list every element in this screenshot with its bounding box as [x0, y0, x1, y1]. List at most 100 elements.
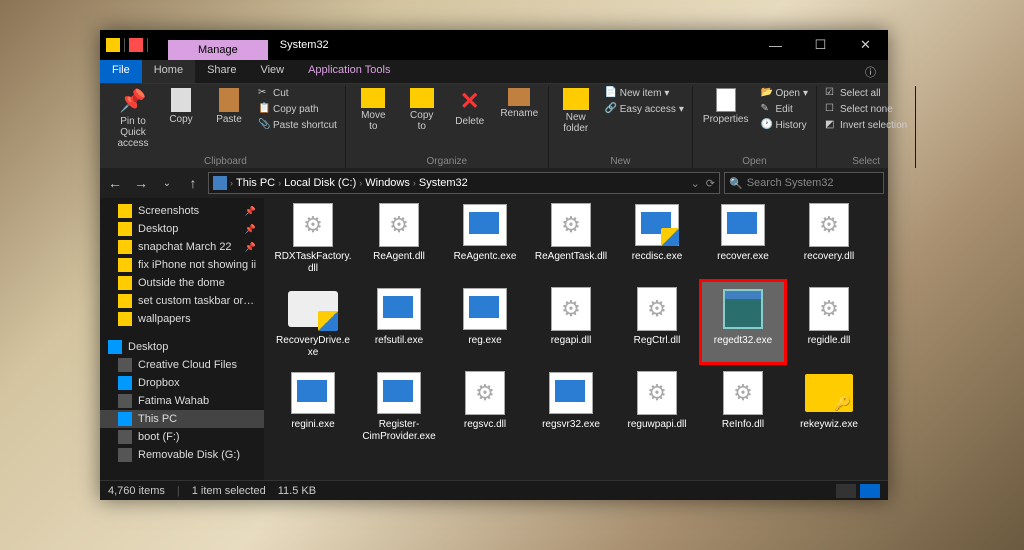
- file-item[interactable]: ⚙RegCtrl.dll: [616, 282, 698, 362]
- large-icons-view-button[interactable]: [860, 484, 880, 498]
- history-button[interactable]: 🕐History: [758, 118, 810, 132]
- copy-path-button[interactable]: 📋Copy path: [256, 102, 339, 116]
- select-all-button[interactable]: ☑Select all: [823, 86, 909, 100]
- minimize-button[interactable]: —: [753, 30, 798, 60]
- refresh-button[interactable]: ⟳: [706, 177, 715, 190]
- file-item[interactable]: ⚙ReAgentTask.dll: [530, 198, 612, 278]
- delete-button[interactable]: ✕Delete: [449, 86, 491, 129]
- pin-icon: 📌: [245, 242, 256, 253]
- file-item[interactable]: ⚙regsvc.dll: [444, 366, 526, 446]
- new-folder-button[interactable]: New folder: [555, 86, 597, 136]
- up-button[interactable]: ↑: [182, 172, 204, 194]
- sidebar-label: Desktop: [128, 341, 168, 353]
- sidebar-item[interactable]: Outside the dome: [100, 274, 264, 292]
- menu-tabs: File Home Share View Application Tools ⓘ: [100, 60, 888, 84]
- close-button[interactable]: ✕: [843, 30, 888, 60]
- maximize-button[interactable]: ☐: [798, 30, 843, 60]
- move-to-button[interactable]: Move to: [352, 86, 395, 134]
- file-item[interactable]: rekeywiz.exe: [788, 366, 870, 446]
- breadcrumb[interactable]: ›This PC ›Local Disk (C:) ›Windows ›Syst…: [208, 172, 720, 194]
- file-item[interactable]: regini.exe: [272, 366, 354, 446]
- copy-to-button[interactable]: Copy to: [401, 86, 443, 134]
- dll-icon: ⚙: [809, 287, 849, 331]
- ribbon-group-new: New folder 📄New item ▾ 🔗Easy access ▾ Ne…: [549, 86, 693, 168]
- sidebar-item[interactable]: wallpapers: [100, 310, 264, 328]
- sidebar-item[interactable]: boot (F:): [100, 428, 264, 446]
- easy-access-button[interactable]: 🔗Easy access ▾: [603, 102, 686, 116]
- sidebar-item[interactable]: This PC: [100, 410, 264, 428]
- new-item-button[interactable]: 📄New item ▾: [603, 86, 686, 100]
- sidebar-item[interactable]: Dropbox: [100, 374, 264, 392]
- tab-application-tools[interactable]: Application Tools: [296, 60, 402, 83]
- file-item[interactable]: ReAgentc.exe: [444, 198, 526, 278]
- sidebar-item[interactable]: Removable Disk (G:): [100, 446, 264, 464]
- file-item[interactable]: ⚙reguwpapi.dll: [616, 366, 698, 446]
- cut-button[interactable]: ✂Cut: [256, 86, 339, 100]
- tab-home[interactable]: Home: [142, 60, 195, 83]
- file-item[interactable]: regsvr32.exe: [530, 366, 612, 446]
- file-label: ReInfo.dll: [722, 419, 764, 431]
- file-item[interactable]: recover.exe: [702, 198, 784, 278]
- pin-quick-access-button[interactable]: 📌Pin to Quick access: [112, 86, 154, 151]
- file-item[interactable]: ⚙recovery.dll: [788, 198, 870, 278]
- paste-button[interactable]: Paste: [208, 86, 250, 127]
- back-button[interactable]: ←: [104, 172, 126, 194]
- file-item[interactable]: reg.exe: [444, 282, 526, 362]
- file-item[interactable]: ⚙ReAgent.dll: [358, 198, 440, 278]
- file-item[interactable]: ⚙ReInfo.dll: [702, 366, 784, 446]
- sidebar-label: snapchat March 22: [138, 241, 232, 253]
- file-icon-wrap: ⚙: [631, 286, 683, 332]
- crumb[interactable]: This PC: [236, 177, 275, 189]
- dll-icon: ⚙: [551, 203, 591, 247]
- file-pane[interactable]: ⚙RDXTaskFactory.dll⚙ReAgent.dllReAgentc.…: [264, 198, 888, 480]
- file-item[interactable]: Register-CimProvider.exe: [358, 366, 440, 446]
- open-button[interactable]: 📂Open ▾: [758, 86, 810, 100]
- sidebar-item[interactable]: Creative Cloud Files: [100, 356, 264, 374]
- exe-icon: [721, 204, 765, 246]
- file-label: RDXTaskFactory.dll: [274, 251, 352, 274]
- sidebar[interactable]: Screenshots📌Desktop📌 snapchat March 22 📌 fi…: [100, 198, 264, 480]
- sidebar-item[interactable]: Fatima Wahab: [100, 392, 264, 410]
- tab-file[interactable]: File: [100, 60, 142, 83]
- tab-view[interactable]: View: [248, 60, 296, 83]
- copy-button[interactable]: Copy: [160, 86, 202, 127]
- select-none-button[interactable]: ☐Select none: [823, 102, 909, 116]
- recent-button[interactable]: ⌄: [156, 172, 178, 194]
- crumb[interactable]: Windows: [365, 177, 410, 189]
- sidebar-item-desktop[interactable]: Desktop: [100, 338, 264, 356]
- scissors-icon: ✂: [258, 87, 270, 99]
- forward-button[interactable]: →: [130, 172, 152, 194]
- sidebar-label: boot (F:): [138, 431, 180, 443]
- sidebar-item[interactable]: Desktop📌: [100, 220, 264, 238]
- sidebar-item[interactable]: set custom taskbar orien: [100, 292, 264, 310]
- file-icon-wrap: [545, 370, 597, 416]
- invert-selection-button[interactable]: ◩Invert selection: [823, 118, 909, 132]
- paste-shortcut-button[interactable]: 📎Paste shortcut: [256, 118, 339, 132]
- properties-button[interactable]: Properties: [699, 86, 753, 127]
- sidebar-label: wallpapers: [138, 313, 191, 325]
- rename-button[interactable]: Rename: [497, 86, 542, 121]
- file-item[interactable]: ⚙regapi.dll: [530, 282, 612, 362]
- dropdown-icon[interactable]: ⌄: [691, 177, 700, 190]
- edit-button[interactable]: ✎Edit: [758, 102, 810, 116]
- group-label: Clipboard: [112, 155, 339, 168]
- shield-icon: [661, 228, 679, 246]
- tab-share[interactable]: Share: [195, 60, 248, 83]
- file-item[interactable]: ⚙RDXTaskFactory.dll: [272, 198, 354, 278]
- search-input[interactable]: 🔍 Search System32: [724, 172, 884, 194]
- collapse-ribbon-icon[interactable]: ⓘ: [853, 60, 888, 83]
- sidebar-item[interactable]: snapchat March 22 📌: [100, 238, 264, 256]
- crumb[interactable]: Local Disk (C:): [284, 177, 356, 189]
- sidebar-item[interactable]: fix iPhone not showing ii: [100, 256, 264, 274]
- tab-manage[interactable]: Manage: [168, 40, 268, 60]
- file-item[interactable]: refsutil.exe: [358, 282, 440, 362]
- file-item[interactable]: ⚙regidle.dll: [788, 282, 870, 362]
- file-item[interactable]: regedt32.exe: [702, 282, 784, 362]
- newfolder-icon: [563, 88, 589, 110]
- file-item[interactable]: recdisc.exe: [616, 198, 698, 278]
- crumb[interactable]: System32: [419, 177, 468, 189]
- details-view-button[interactable]: [836, 484, 856, 498]
- folder-icon: [118, 258, 132, 272]
- file-item[interactable]: RecoveryDrive.exe: [272, 282, 354, 362]
- sidebar-item[interactable]: Screenshots📌: [100, 202, 264, 220]
